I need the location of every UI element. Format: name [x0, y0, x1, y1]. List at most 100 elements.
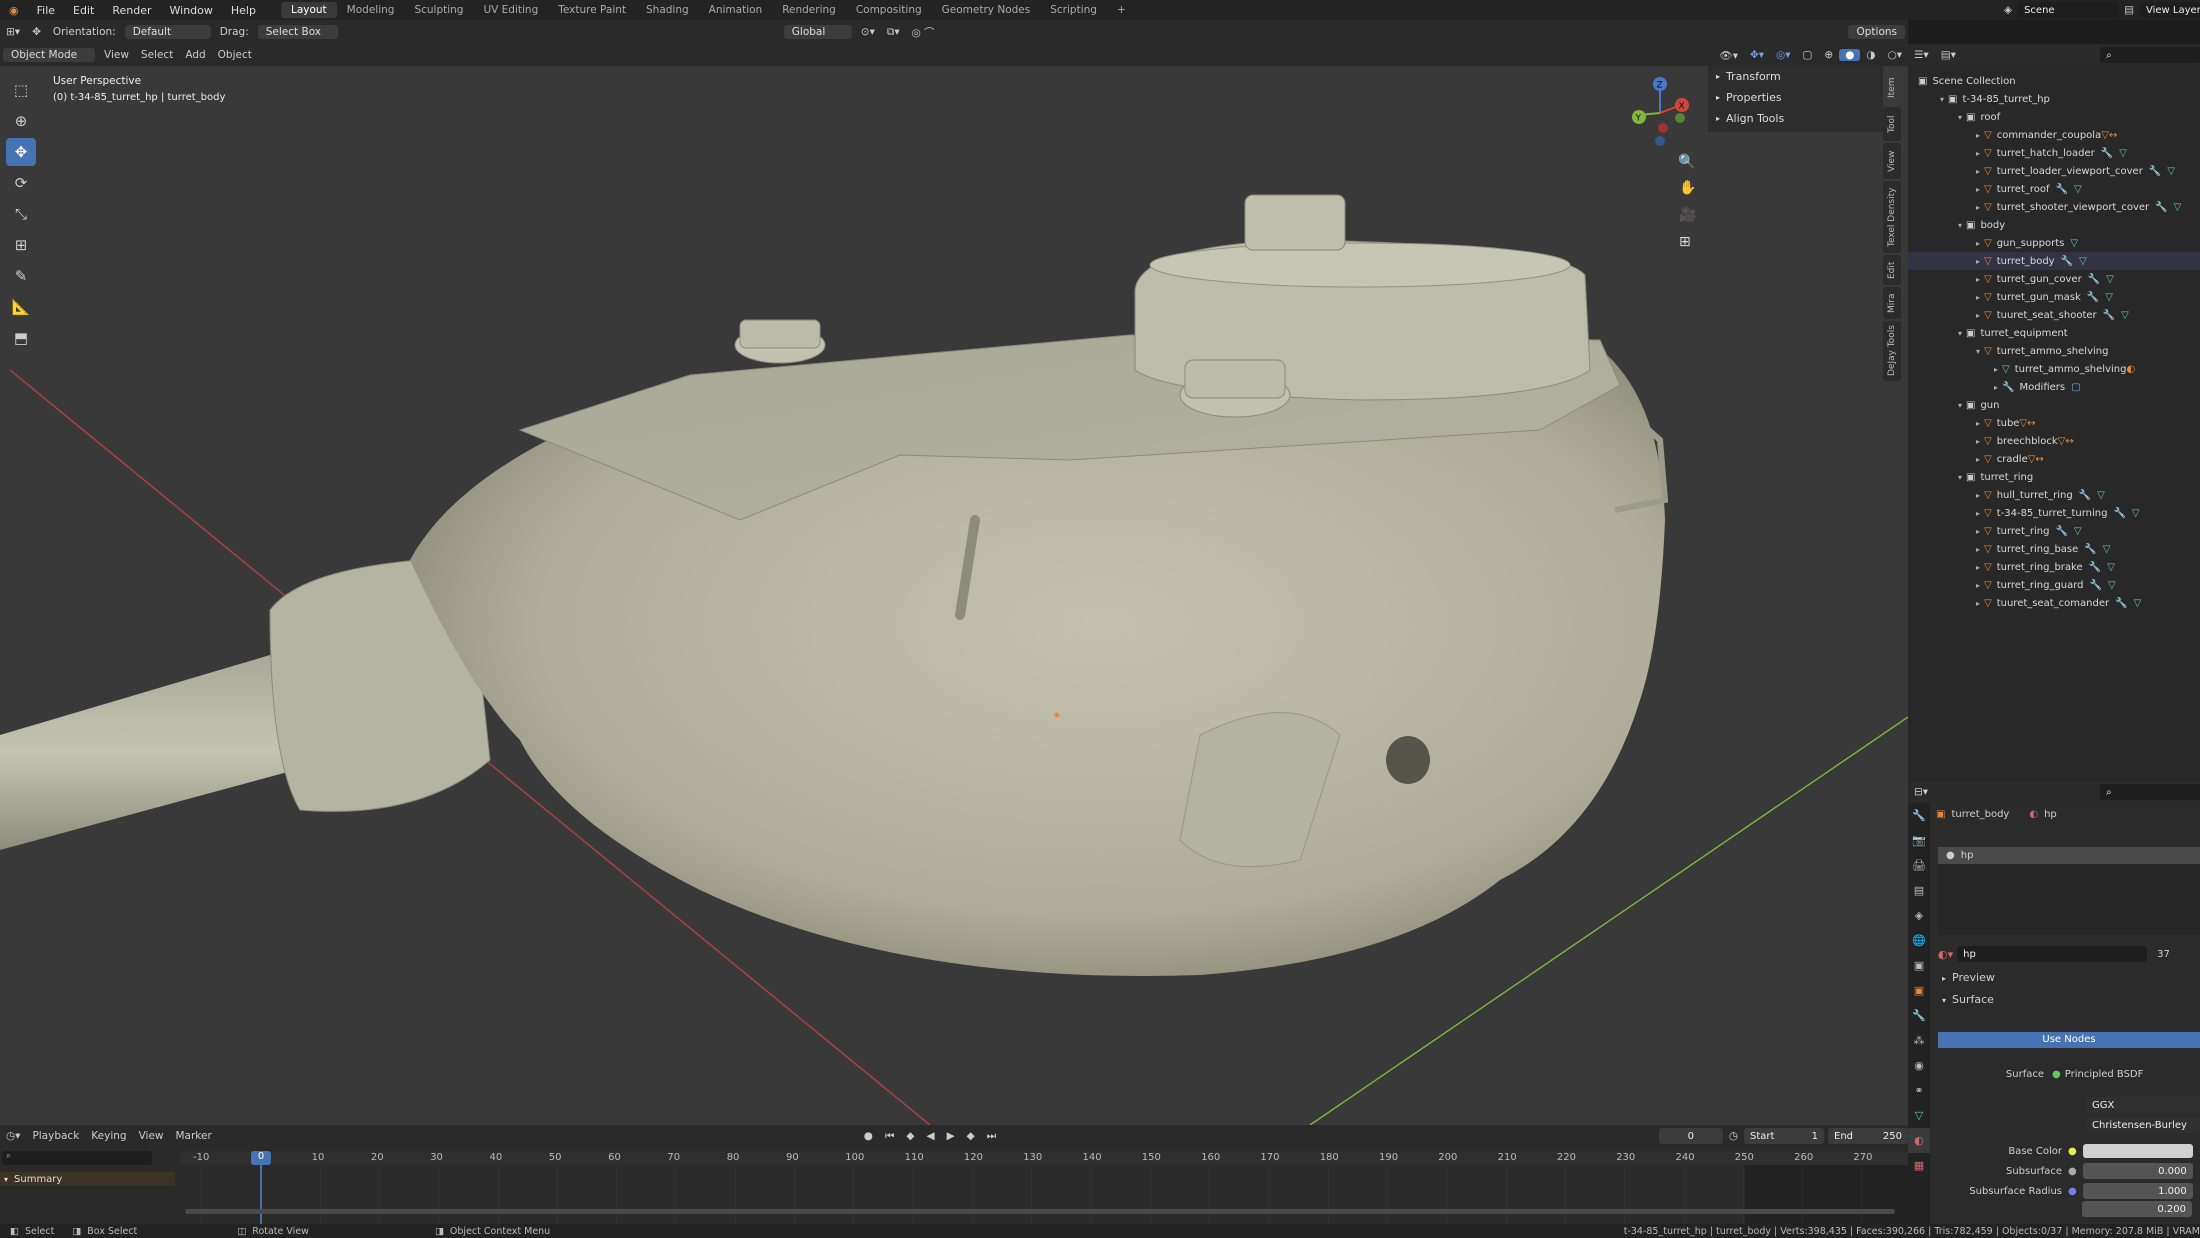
expand-open-icon[interactable]: ▾	[1954, 329, 1966, 338]
outliner-object-row[interactable]: ▸ ▽ gun_supports ▽	[1908, 234, 2200, 252]
pan-hand-icon[interactable]: ✋	[1679, 180, 1696, 196]
3d-viewport[interactable]	[0, 44, 1908, 1125]
material-name-field[interactable]: hp	[1957, 946, 2148, 962]
menu-render[interactable]: Render	[103, 4, 160, 17]
modifier-icon[interactable]: 🔧	[2055, 526, 2067, 537]
use-nodes-button[interactable]: Use Nodes	[1938, 1032, 2200, 1048]
material-props-icon[interactable]: ◐	[1908, 1128, 1930, 1153]
modifier-icon[interactable]: 🔧	[2088, 274, 2100, 285]
outliner-object-row[interactable]: ▸ ▽ turret_gun_mask 🔧 ▽	[1908, 288, 2200, 306]
distribution-dropdown[interactable]: GGX	[2086, 1097, 2200, 1113]
expand-open-icon[interactable]: ▾	[1954, 401, 1966, 410]
timeline-menu-marker[interactable]: Marker	[170, 1130, 218, 1142]
tab-texel-density[interactable]: Texel Density	[1883, 181, 1901, 253]
expand-closed-icon[interactable]: ▸	[1972, 563, 1984, 572]
outliner-object-row[interactable]: ▸ ▽ turret_ring_brake 🔧 ▽	[1908, 558, 2200, 576]
cursor-tool-icon[interactable]: ⊕	[6, 107, 36, 135]
playhead-marker[interactable]: 0	[251, 1151, 271, 1165]
jump-end-icon[interactable]: ⏭	[981, 1130, 1002, 1143]
mesh-data-icon[interactable]: ▽	[2119, 148, 2127, 159]
mesh-data-icon[interactable]: ▽	[2079, 256, 2087, 267]
play-reverse-icon[interactable]: ◀	[921, 1130, 941, 1142]
expand-closed-icon[interactable]: ▸	[1972, 203, 1984, 212]
mesh-data-icon[interactable]: ▽	[2108, 580, 2116, 591]
expand-closed-icon[interactable]: ▸	[1990, 383, 2002, 392]
panel-align-tools[interactable]: ▸ Align Tools	[1708, 108, 1883, 129]
current-frame-field[interactable]: 0	[1658, 1128, 1723, 1144]
xray-icon[interactable]: ▢	[1796, 49, 1818, 61]
blender-logo-icon[interactable]: ◉	[0, 4, 28, 17]
outliner-object-row[interactable]: ▸ 🔧 Modifiers ▢	[1908, 378, 2200, 396]
expand-closed-icon[interactable]: ▸	[1972, 527, 1984, 536]
modifier-icon[interactable]: 🔧	[2090, 580, 2102, 591]
mesh-data-icon[interactable]: ▽	[2121, 310, 2129, 321]
outliner-collection-row[interactable]: ▾ ▣ turret_ring	[1908, 468, 2200, 486]
base-color-swatch[interactable]	[2082, 1144, 2193, 1158]
panel-properties[interactable]: ▸ Properties	[1708, 87, 1883, 108]
expand-closed-icon[interactable]: ▸	[1972, 545, 1984, 554]
workspace-tab-animation[interactable]: Animation	[699, 2, 773, 18]
expand-closed-icon[interactable]: ▸	[1972, 599, 1984, 608]
surface-panel[interactable]: ▾ Surface	[1942, 993, 1994, 1006]
object-props-icon[interactable]: ▣	[1908, 978, 1930, 1003]
outliner-object-row[interactable]: ▸ ▽ turret_ring_guard 🔧 ▽	[1908, 576, 2200, 594]
subsurface-method-dropdown[interactable]: Christensen-Burley	[2086, 1117, 2200, 1133]
camera-view-icon[interactable]: 🎥	[1679, 207, 1696, 223]
outliner-object-row[interactable]: ▸ ▽ tuuret_seat_comander 🔧 ▽	[1908, 594, 2200, 612]
mesh-data-icon[interactable]: ▽	[2097, 490, 2105, 501]
timeline-menu-view[interactable]: View	[133, 1130, 170, 1142]
mesh-data-icon[interactable]: ▽	[2167, 166, 2175, 177]
material-icon[interactable]: ◐	[2126, 364, 2135, 375]
outliner-object-row[interactable]: ▸ ▽ turret_roof 🔧 ▽	[1908, 180, 2200, 198]
outliner-object-row[interactable]: ▸ ▽ turret_ring_base 🔧 ▽	[1908, 540, 2200, 558]
properties-editor-icon[interactable]: ⊟▾	[1908, 786, 1934, 798]
surface-shader-field[interactable]: Principled BSDF	[2065, 1069, 2144, 1080]
outliner-collection-row[interactable]: ▾ ▣ roof	[1908, 108, 2200, 126]
scale-tool-icon[interactable]: ⤡	[6, 200, 36, 228]
tab-mira[interactable]: Mira	[1883, 287, 1901, 319]
scene-selector[interactable]: Scene	[2018, 2, 2119, 18]
output-props-icon[interactable]: 🖨	[1908, 853, 1930, 878]
object-data-icon[interactable]: ▽↔	[2019, 418, 2035, 429]
physics-props-icon[interactable]: ◉	[1908, 1053, 1930, 1078]
constraints-props-icon[interactable]: ⚭	[1908, 1078, 1930, 1103]
material-slot-row[interactable]: ● hp	[1938, 847, 2200, 864]
clock-icon[interactable]: ◷	[1723, 1130, 1744, 1142]
proportional-edit-icon[interactable]: ◎ ⌒	[906, 25, 941, 40]
timeline-scrollbar[interactable]	[185, 1209, 1895, 1214]
mesh-data-icon[interactable]: ▽	[2103, 544, 2111, 555]
outliner-object-row[interactable]: ▸ ▽ commander_coupola ▽↔	[1908, 126, 2200, 144]
display-mode-icon[interactable]: ▤▾	[1935, 49, 1962, 61]
measure-tool-icon[interactable]: 📐	[6, 293, 36, 321]
material-shading-icon[interactable]: ◑	[1860, 49, 1881, 61]
rotate-tool-icon[interactable]: ⟳	[6, 169, 36, 197]
modifier-icon[interactable]: 🔧	[2056, 184, 2068, 195]
vp-menu-object[interactable]: Object	[212, 49, 258, 61]
wireframe-shading-icon[interactable]: ⊕	[1818, 49, 1839, 61]
menu-file[interactable]: File	[28, 4, 64, 17]
outliner-editor-icon[interactable]: ☰▾	[1908, 49, 1935, 61]
material-browse-icon[interactable]: ◐▾	[1938, 948, 1953, 961]
jump-start-icon[interactable]: ⏮	[879, 1130, 900, 1143]
drag-dropdown[interactable]: Select Box	[257, 25, 338, 39]
tab-edit[interactable]: Edit	[1883, 255, 1901, 285]
tab-view[interactable]: View	[1883, 143, 1901, 179]
navigation-gizmo[interactable]: Z Y X	[1625, 75, 1695, 150]
annotate-tool-icon[interactable]: ✎	[6, 262, 36, 290]
mesh-data-icon[interactable]: ▽	[2134, 598, 2142, 609]
data-props-icon[interactable]: ▽	[1908, 1103, 1930, 1128]
add-cube-tool-icon[interactable]: ⬒	[6, 324, 36, 352]
workspace-tab-uv-editing[interactable]: UV Editing	[473, 2, 548, 18]
start-frame-field[interactable]: Start 1	[1744, 1128, 1824, 1144]
mesh-data-icon[interactable]: ▽	[2106, 274, 2114, 285]
overlay-toggle-icon[interactable]: ◎▾	[1770, 49, 1796, 61]
properties-search-input[interactable]: ⌕	[2100, 784, 2200, 800]
expand-closed-icon[interactable]: ▸	[1972, 275, 1984, 284]
expand-open-icon[interactable]: ▾	[1936, 95, 1948, 104]
preview-panel[interactable]: ▸ Preview	[1942, 971, 1995, 984]
prev-keyframe-icon[interactable]: ◆	[900, 1130, 920, 1142]
texture-props-icon[interactable]: ▦	[1908, 1153, 1930, 1178]
panel-transform[interactable]: ▸ Transform	[1708, 66, 1883, 87]
mesh-data-icon[interactable]: ▽	[2174, 202, 2182, 213]
outliner-object-row[interactable]: ▸ ▽ cradle ▽↔	[1908, 450, 2200, 468]
